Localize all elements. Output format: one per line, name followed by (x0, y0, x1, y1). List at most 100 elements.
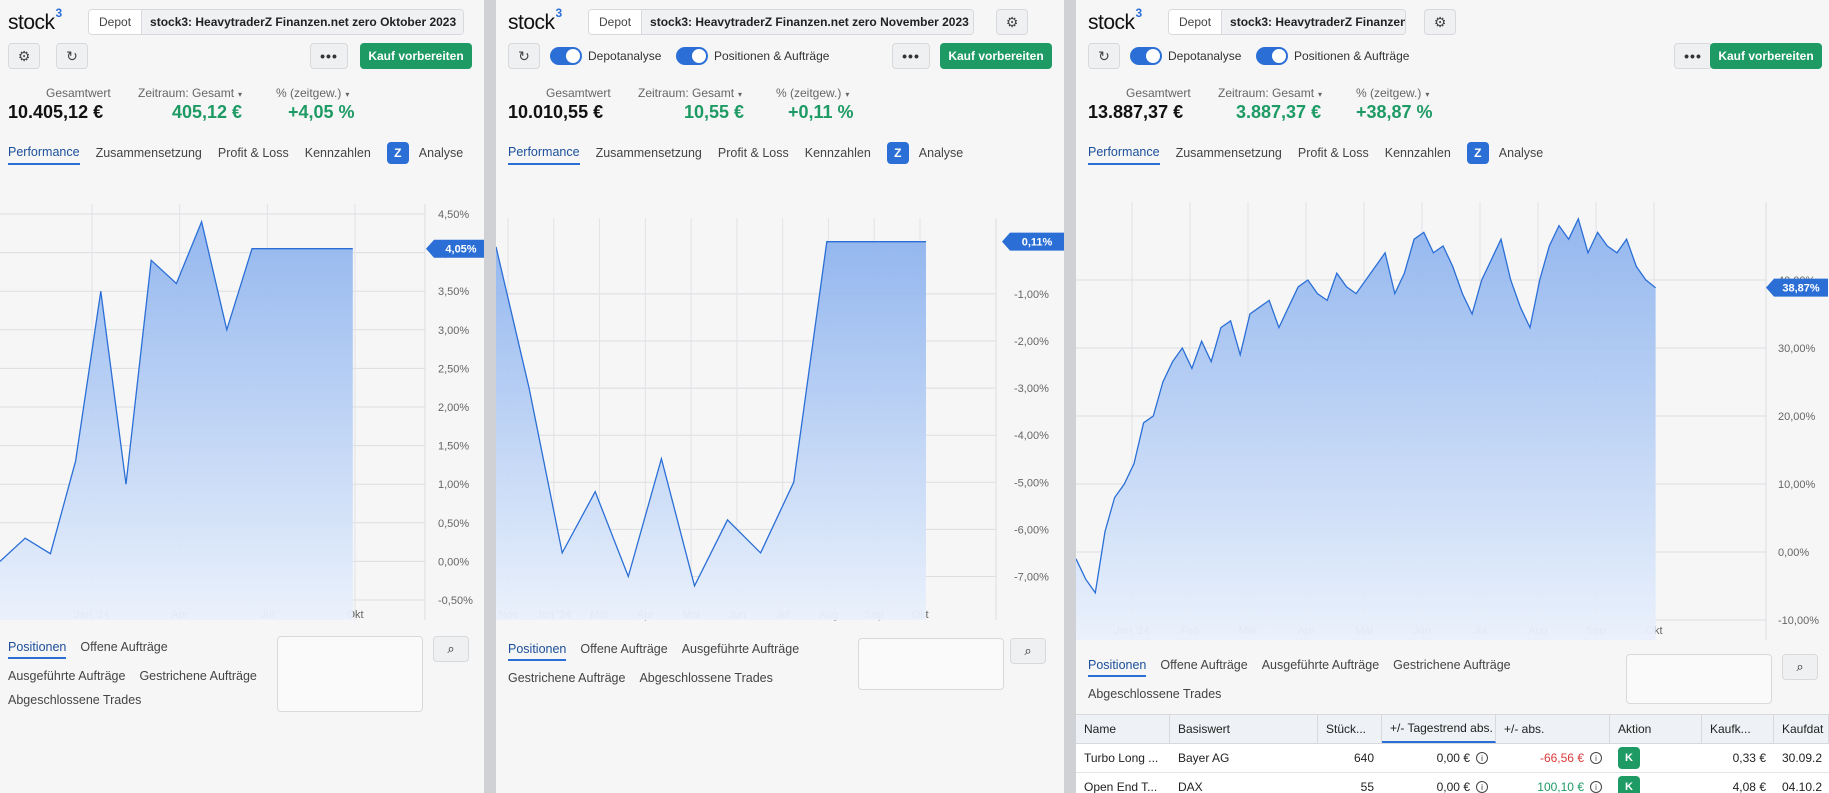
more-options-button[interactable]: ••• (892, 43, 930, 69)
toggle-switch[interactable] (550, 47, 582, 65)
col-name[interactable]: Name (1076, 715, 1170, 743)
tab-profit-loss[interactable]: Profit & Loss (718, 146, 789, 164)
table-row[interactable]: Turbo Long ... Bayer AG 640 0,00 € i -66,… (1076, 744, 1829, 773)
toggle-switch[interactable] (1130, 47, 1162, 65)
refresh-icon[interactable]: ↻ (508, 43, 540, 69)
y-tick-label: 2,50% (438, 363, 469, 375)
y-tick-label: 0,00% (1778, 547, 1809, 559)
depot-label: Depot (1169, 10, 1223, 34)
y-tick-label: 3,00% (438, 325, 469, 337)
pct-dropdown[interactable]: % (zeitgew.) ▾ (1356, 86, 1429, 100)
col-basiswert[interactable]: Basiswert (1170, 715, 1318, 743)
settings-icon[interactable]: ⚙ (996, 9, 1028, 35)
tab-profit-loss[interactable]: Profit & Loss (218, 146, 289, 164)
col-tagestrend[interactable]: +/- Tagestrend abs. (1382, 715, 1496, 743)
performance-chart[interactable]: 40,00%30,00%20,00%10,00%0,00%-10,00%Jan … (1076, 200, 1829, 644)
tab-performance[interactable]: Performance (508, 145, 580, 165)
buy-prepare-button[interactable]: Kauf vorbereiten (360, 43, 472, 69)
tab-analyse[interactable]: Z Analyse (386, 142, 463, 168)
tab-cancelled-orders[interactable]: Gestrichene Aufträge (508, 671, 625, 685)
tab-composition[interactable]: Zusammensetzung (596, 146, 702, 164)
buy-prepare-button[interactable]: Kauf vorbereiten (940, 43, 1052, 69)
table-row[interactable]: Open End T... DAX 55 0,00 € i 100,10 € i K… (1076, 773, 1829, 793)
refresh-icon[interactable]: ↻ (56, 43, 88, 69)
tab-positionen[interactable]: Positionen (508, 642, 567, 661)
tab-composition[interactable]: Zusammensetzung (1176, 146, 1282, 164)
toggle-switch[interactable] (676, 47, 708, 65)
info-icon[interactable]: i (1590, 752, 1602, 764)
col-abs[interactable]: +/- abs. (1496, 715, 1610, 743)
series-area (0, 221, 353, 620)
period-dropdown[interactable]: Zeitraum: Gesamt ▾ (138, 86, 242, 100)
tab-profit-loss[interactable]: Profit & Loss (1298, 146, 1369, 164)
toggle-positions-orders[interactable]: Positionen & Aufträge (1256, 47, 1409, 65)
settings-icon[interactable]: ⚙ (1424, 9, 1456, 35)
tab-executed-orders[interactable]: Ausgeführte Aufträge (8, 669, 125, 683)
col-kaufdatum[interactable]: Kaufdat (1774, 715, 1829, 743)
tab-closed-trades[interactable]: Abgeschlossene Trades (8, 693, 141, 707)
series-area (496, 241, 926, 620)
period-dropdown[interactable]: Zeitraum: Gesamt ▾ (1218, 86, 1322, 100)
tab-closed-trades[interactable]: Abgeschlossene Trades (639, 671, 772, 685)
info-icon[interactable]: i (1476, 752, 1488, 764)
toggle-depotanalyse[interactable]: Depotanalyse (1130, 47, 1241, 65)
col-kaufkurs[interactable]: Kaufk... (1702, 715, 1774, 743)
buy-prepare-button[interactable]: Kauf vorbereiten (1710, 43, 1822, 69)
pct-dropdown[interactable]: % (zeitgew.) ▾ (776, 86, 849, 100)
tab-open-orders[interactable]: Offene Aufträge (80, 640, 167, 659)
tab-composition[interactable]: Zusammensetzung (96, 146, 202, 164)
tab-positionen[interactable]: Positionen (8, 640, 67, 659)
cell-name: Open End T... (1084, 780, 1158, 793)
info-icon[interactable]: i (1590, 781, 1602, 793)
tab-kennzahlen[interactable]: Kennzahlen (1385, 146, 1451, 164)
col-aktion[interactable]: Aktion (1610, 715, 1702, 743)
buy-action-button[interactable]: K (1618, 747, 1640, 769)
tab-closed-trades[interactable]: Abgeschlossene Trades (1088, 687, 1221, 701)
settings-icon[interactable]: ⚙ (8, 43, 40, 69)
col-stueck[interactable]: Stück... (1318, 715, 1382, 743)
search-input[interactable] (1626, 654, 1772, 704)
cell-aktion: K (1610, 773, 1702, 793)
search-input[interactable] (858, 638, 1004, 690)
tab-executed-orders[interactable]: Ausgeführte Aufträge (682, 642, 799, 661)
search-input[interactable] (277, 636, 423, 712)
toggle-switch[interactable] (1256, 47, 1288, 65)
tab-executed-orders[interactable]: Ausgeführte Aufträge (1262, 658, 1379, 677)
cell-name: Turbo Long ... (1084, 751, 1159, 765)
period-dropdown[interactable]: Zeitraum: Gesamt ▾ (638, 86, 742, 100)
tab-performance[interactable]: Performance (1088, 145, 1160, 165)
tab-analyse[interactable]: Z Analyse (886, 142, 963, 168)
toggle-depotanalyse[interactable]: Depotanalyse (550, 47, 661, 65)
info-icon[interactable]: i (1476, 781, 1488, 793)
performance-chart[interactable]: 4,50%4,00%3,50%3,00%2,50%2,00%1,50%1,00%… (0, 200, 484, 620)
tab-positionen[interactable]: Positionen (1088, 658, 1147, 677)
toggle-positions-orders[interactable]: Positionen & Aufträge (676, 47, 829, 65)
pct-dropdown[interactable]: % (zeitgew.) ▾ (276, 86, 349, 100)
search-icon[interactable]: ⌕ (1010, 638, 1046, 664)
y-tick-label: -0,50% (438, 595, 473, 607)
positions-tabs: Positionen Offene Aufträge Ausgeführte Au… (8, 640, 257, 717)
buy-action-button[interactable]: K (1618, 776, 1640, 793)
tab-cancelled-orders[interactable]: Gestrichene Aufträge (139, 669, 256, 683)
depot-selector[interactable]: Depot stock3: HeavytraderZ Finanzen.net … (1168, 9, 1406, 35)
tab-cancelled-orders[interactable]: Gestrichene Aufträge (1393, 658, 1510, 677)
performance-chart[interactable]: -1,00% -2,00% -3,00% -4,00% -5,00% -6,00% -7,0… (496, 200, 1064, 628)
tab-open-orders[interactable]: Offene Aufträge (1160, 658, 1247, 677)
tab-open-orders[interactable]: Offene Aufträge (580, 642, 667, 661)
tab-analyse[interactable]: Z Analyse (1466, 142, 1543, 168)
tab-kennzahlen[interactable]: Kennzahlen (305, 146, 371, 164)
search-icon[interactable]: ⌕ (433, 636, 469, 662)
depot-name: stock3: HeavytraderZ Finanzen.net zero N… (642, 10, 973, 34)
depot-selector[interactable]: Depot stock3: HeavytraderZ Finanzen.net … (88, 9, 464, 35)
tab-kennzahlen[interactable]: Kennzahlen (805, 146, 871, 164)
cell-stueck: 55 (1360, 780, 1374, 793)
more-options-button[interactable]: ••• (310, 43, 348, 69)
main-tabs: Performance Zusammensetzung Profit & Los… (508, 142, 963, 168)
search-icon[interactable]: ⌕ (1782, 654, 1818, 680)
more-options-button[interactable]: ••• (1674, 43, 1712, 69)
cell-kaufkurs: 0,33 € (1732, 751, 1766, 765)
refresh-icon[interactable]: ↻ (1088, 43, 1120, 69)
depot-selector[interactable]: Depot stock3: HeavytraderZ Finanzen.net … (588, 9, 974, 35)
tab-performance[interactable]: Performance (8, 145, 80, 165)
stock3-logo: stock3 (1088, 6, 1142, 34)
